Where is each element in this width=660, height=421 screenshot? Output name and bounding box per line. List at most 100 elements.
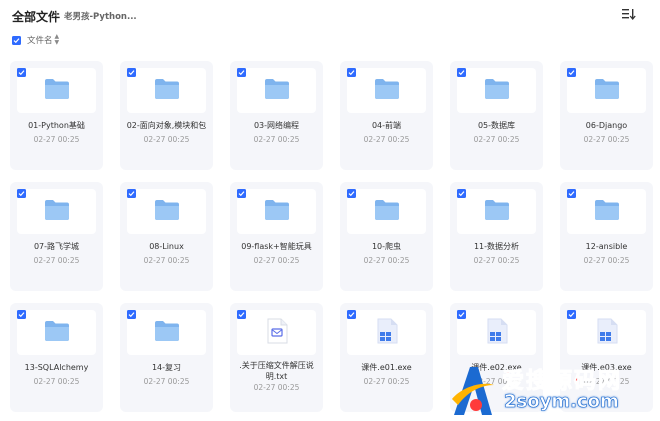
breadcrumb-root[interactable]: 全部文件 xyxy=(12,8,60,25)
file-date: 02-27 00:25 xyxy=(363,377,410,386)
file-card[interactable]: 04-前端 02-27 00:25 xyxy=(340,61,433,170)
file-thumbnail[interactable] xyxy=(347,310,426,355)
folder-icon xyxy=(484,199,510,225)
item-checkbox[interactable] xyxy=(17,189,26,198)
file-thumbnail[interactable] xyxy=(127,68,206,113)
file-card[interactable]: 06-Django 02-27 00:25 xyxy=(560,61,653,170)
file-date: 02-27 00:25 xyxy=(473,256,520,265)
file-thumbnail[interactable] xyxy=(567,310,646,355)
file-card[interactable]: 03-网络编程 02-27 00:25 xyxy=(230,61,323,170)
item-checkbox[interactable] xyxy=(567,68,576,77)
file-name[interactable]: 14-复习 xyxy=(120,362,213,373)
folder-icon xyxy=(264,78,290,104)
folder-icon xyxy=(594,78,620,104)
file-thumbnail[interactable] xyxy=(457,189,536,234)
item-checkbox[interactable] xyxy=(127,189,136,198)
file-card[interactable]: 12-ansible 02-27 00:25 xyxy=(560,182,653,291)
folder-icon xyxy=(374,78,400,104)
file-name[interactable]: 07-路飞学城 xyxy=(10,241,103,252)
item-checkbox[interactable] xyxy=(127,68,136,77)
sort-caret-icon[interactable]: ▲ ▼ xyxy=(55,34,60,46)
file-card[interactable]: 11-数据分析 02-27 00:25 xyxy=(450,182,543,291)
folder-icon xyxy=(154,199,180,225)
file-name[interactable]: 09-flask+智能玩具 xyxy=(230,241,323,252)
file-name[interactable]: 08-Linux xyxy=(120,241,213,252)
file-date: 02-27 00:25 xyxy=(143,135,190,144)
folder-icon xyxy=(374,199,400,225)
file-thumbnail[interactable] xyxy=(347,68,426,113)
file-date: 02-27 00:25 xyxy=(33,377,80,386)
exe-file-icon xyxy=(376,318,398,348)
file-card[interactable]: .关于压缩文件解压说明.txt 02-27 00:25 xyxy=(230,303,323,412)
file-name[interactable]: 课件.e01.exe xyxy=(340,362,433,373)
folder-icon xyxy=(594,199,620,225)
item-checkbox[interactable] xyxy=(567,189,576,198)
file-name[interactable]: 12-ansible xyxy=(560,241,653,252)
file-date: 02-27 00:25 xyxy=(473,135,520,144)
item-checkbox[interactable] xyxy=(567,310,576,319)
item-checkbox[interactable] xyxy=(457,310,466,319)
file-date: 02-27 00:25 xyxy=(253,256,300,265)
file-name[interactable]: 02-面向对象,模块和包 xyxy=(120,120,213,131)
item-checkbox[interactable] xyxy=(237,310,246,319)
file-date: 02-27 00:25 xyxy=(253,383,300,392)
file-thumbnail[interactable] xyxy=(17,68,96,113)
list-header: 文件名 ▲ ▼ xyxy=(12,33,59,47)
file-thumbnail[interactable] xyxy=(127,310,206,355)
file-card[interactable]: 13-SQLAlchemy 02-27 00:25 xyxy=(10,303,103,412)
sort-lines-icon[interactable] xyxy=(620,6,636,22)
file-thumbnail[interactable] xyxy=(127,189,206,234)
item-checkbox[interactable] xyxy=(237,189,246,198)
file-name[interactable]: 06-Django xyxy=(560,120,653,131)
file-card[interactable]: 02-面向对象,模块和包 02-27 00:25 xyxy=(120,61,213,170)
file-date: 02-27 00:25 xyxy=(33,135,80,144)
breadcrumb-separator: › xyxy=(54,9,58,20)
item-checkbox[interactable] xyxy=(347,310,356,319)
text-file-icon xyxy=(266,318,288,348)
file-name[interactable]: 03-网络编程 xyxy=(230,120,323,131)
item-checkbox[interactable] xyxy=(17,68,26,77)
item-checkbox[interactable] xyxy=(237,68,246,77)
file-name[interactable]: 11-数据分析 xyxy=(450,241,543,252)
file-thumbnail[interactable] xyxy=(347,189,426,234)
item-checkbox[interactable] xyxy=(457,68,466,77)
file-thumbnail[interactable] xyxy=(457,310,536,355)
exe-file-icon xyxy=(596,318,618,348)
file-date: 02-27 00:25 xyxy=(143,377,190,386)
item-checkbox[interactable] xyxy=(347,189,356,198)
file-thumbnail[interactable] xyxy=(237,68,316,113)
folder-icon xyxy=(484,78,510,104)
file-card[interactable]: 10-爬虫 02-27 00:25 xyxy=(340,182,433,291)
file-card[interactable]: 08-Linux 02-27 00:25 xyxy=(120,182,213,291)
select-all-checkbox[interactable] xyxy=(12,35,21,45)
file-card[interactable]: 课件.e01.exe 02-27 00:25 xyxy=(340,303,433,412)
file-card[interactable]: 14-复习 02-27 00:25 xyxy=(120,303,213,412)
watermark-logo-icon xyxy=(452,367,494,415)
file-thumbnail[interactable] xyxy=(457,68,536,113)
item-checkbox[interactable] xyxy=(457,189,466,198)
file-card[interactable]: 05-数据库 02-27 00:25 xyxy=(450,61,543,170)
folder-icon xyxy=(44,199,70,225)
file-thumbnail[interactable] xyxy=(567,68,646,113)
file-name[interactable]: 13-SQLAlchemy xyxy=(10,362,103,373)
file-thumbnail[interactable] xyxy=(237,310,316,355)
file-name[interactable]: 04-前端 xyxy=(340,120,433,131)
file-card[interactable]: 01-Python基础 02-27 00:25 xyxy=(10,61,103,170)
file-card[interactable]: 07-路飞学城 02-27 00:25 xyxy=(10,182,103,291)
item-checkbox[interactable] xyxy=(347,68,356,77)
item-checkbox[interactable] xyxy=(17,310,26,319)
breadcrumb-current[interactable]: 老男孩-Python... xyxy=(64,10,137,22)
file-name[interactable]: 05-数据库 xyxy=(450,120,543,131)
file-date: 02-27 00:25 xyxy=(33,256,80,265)
item-checkbox[interactable] xyxy=(127,310,136,319)
file-date: 02-27 00:25 xyxy=(363,256,410,265)
file-name[interactable]: 10-爬虫 xyxy=(340,241,433,252)
column-filename-label[interactable]: 文件名 xyxy=(27,34,53,46)
file-thumbnail[interactable] xyxy=(17,189,96,234)
file-thumbnail[interactable] xyxy=(17,310,96,355)
file-name[interactable]: .关于压缩文件解压说明.txt xyxy=(230,360,323,382)
file-card[interactable]: 09-flask+智能玩具 02-27 00:25 xyxy=(230,182,323,291)
file-thumbnail[interactable] xyxy=(567,189,646,234)
file-thumbnail[interactable] xyxy=(237,189,316,234)
file-name[interactable]: 01-Python基础 xyxy=(10,120,103,131)
